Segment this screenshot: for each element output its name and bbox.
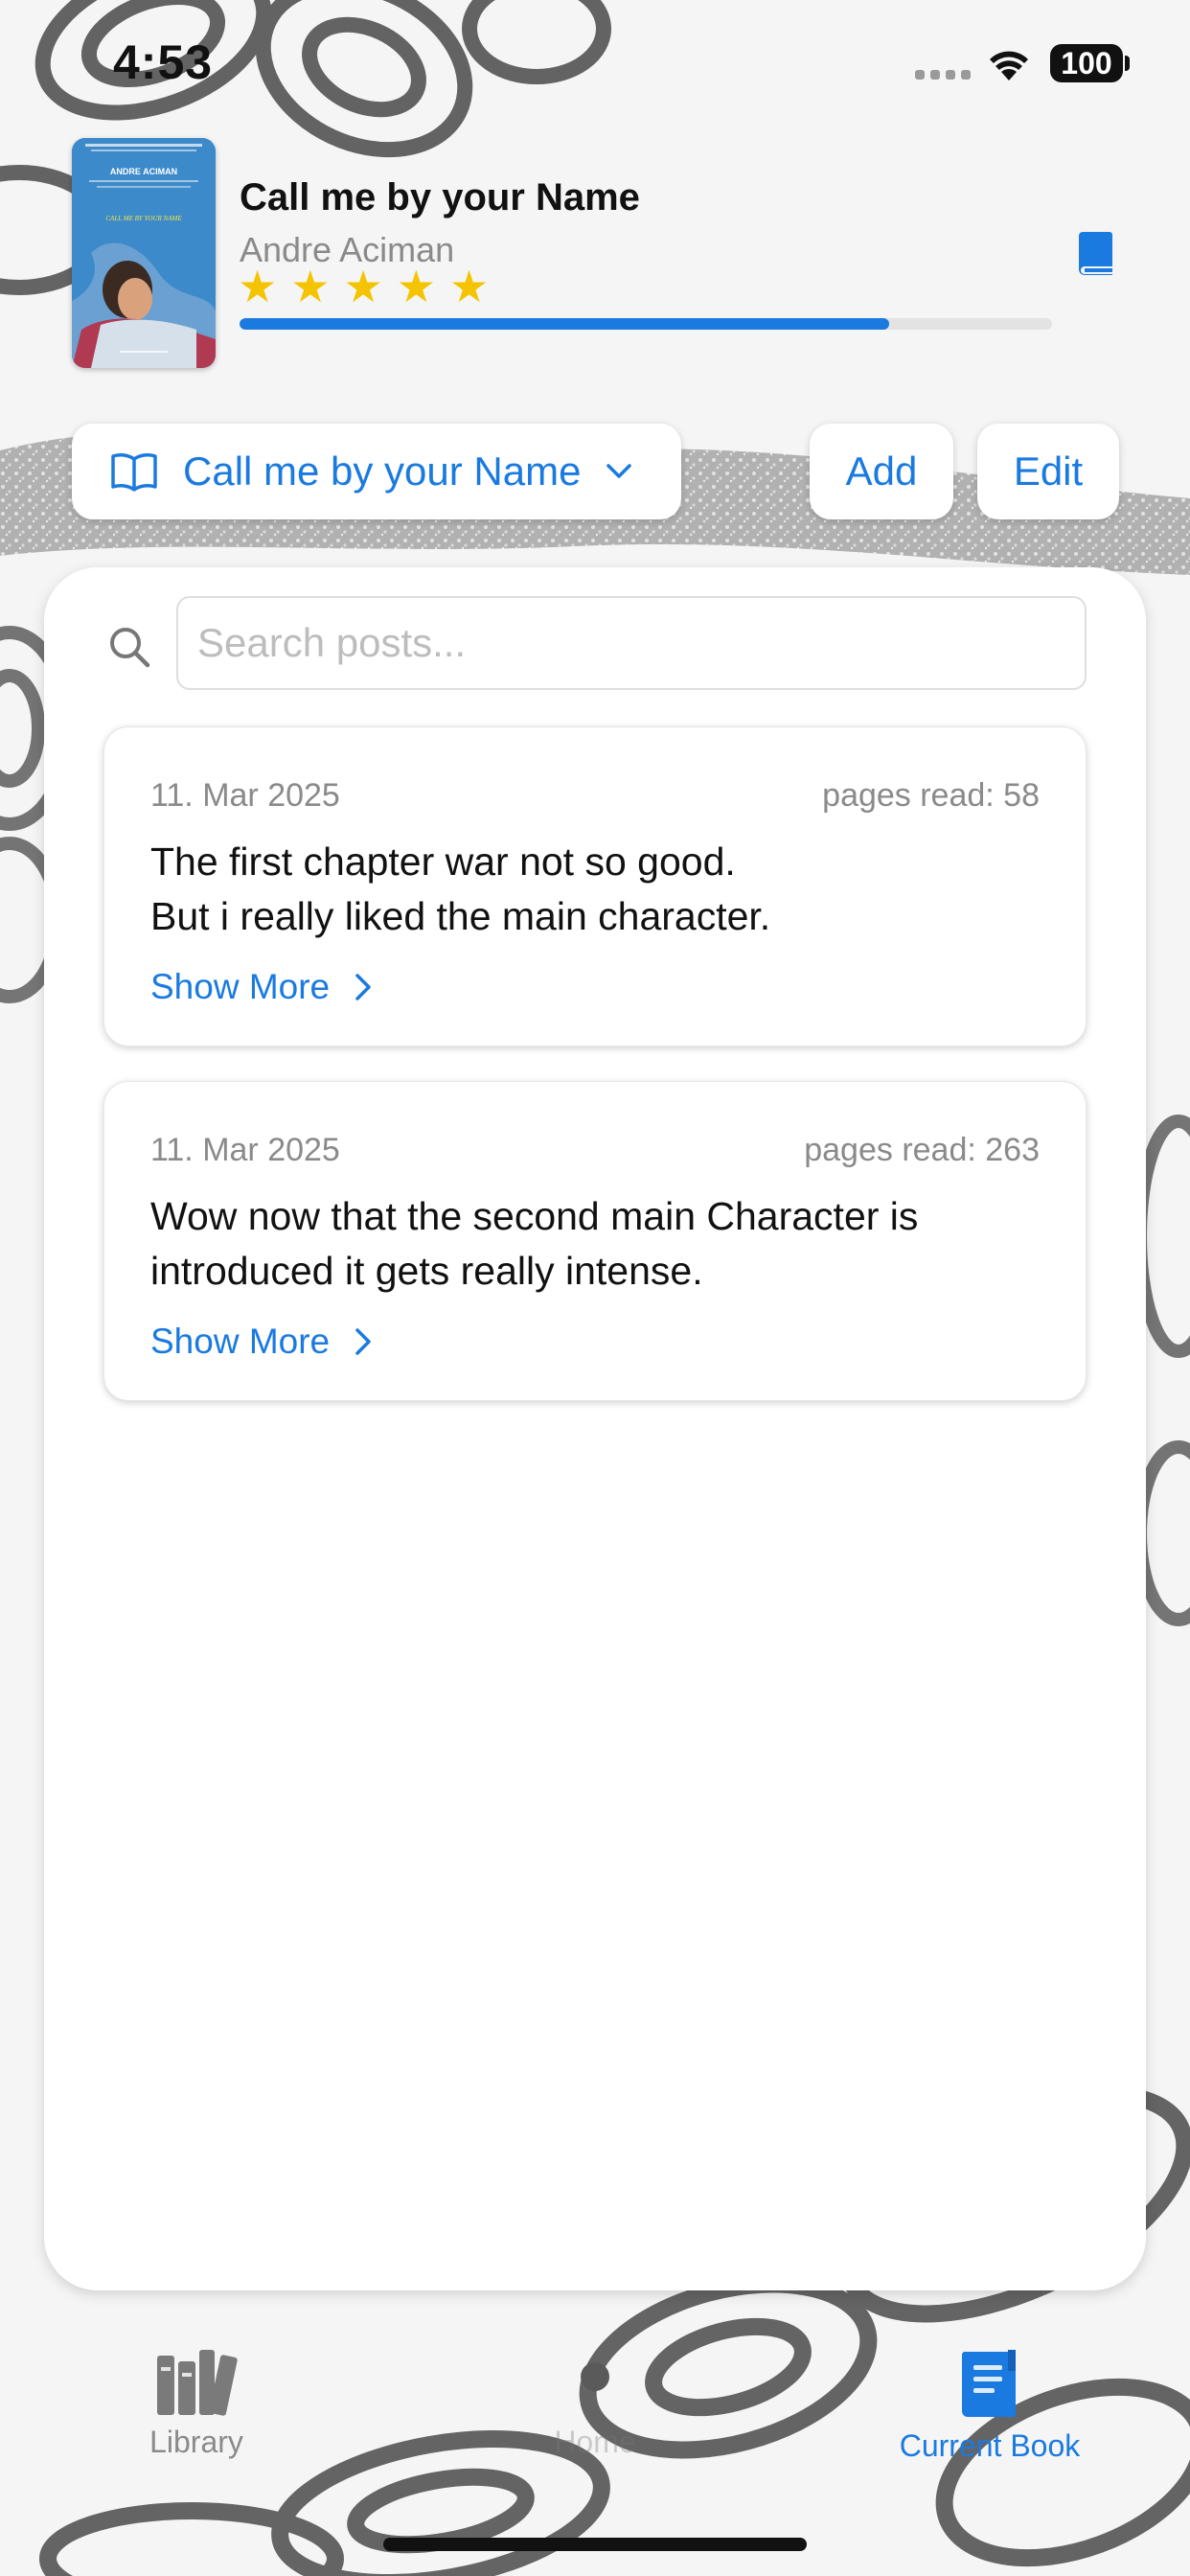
add-button[interactable]: Add — [810, 424, 953, 519]
tab-current-book-label: Current Book — [899, 2428, 1081, 2463]
book-icon[interactable] — [1077, 230, 1115, 276]
book-cover-image[interactable]: ANDRE ACIMAN CALL ME BY YOUR NAME — [72, 138, 216, 368]
post-card[interactable]: 11. Mar 2025 pages read: 263 Wow now tha… — [103, 1081, 1087, 1401]
battery-tip — [1125, 56, 1130, 71]
post-text-line: introduced it gets really intense. — [150, 1249, 703, 1293]
chevron-down-icon — [606, 464, 632, 478]
chevron-right-icon — [355, 1328, 371, 1355]
open-book-icon — [111, 453, 157, 492]
show-more-link[interactable]: Show More — [150, 1322, 372, 1362]
battery-icon: 100 — [1050, 44, 1123, 82]
tab-home[interactable]: Home — [485, 2348, 705, 2482]
status-bar: 4:53 100 — [0, 0, 1190, 125]
show-more-link[interactable]: Show More — [150, 967, 372, 1007]
show-more-label: Show More — [150, 1322, 331, 1361]
star-icon: ★ — [343, 262, 383, 311]
tab-current-book[interactable]: Current Book — [880, 2348, 1100, 2482]
post-text: The first chapter war not so good. But i… — [150, 835, 1051, 944]
cellular-signal-icon — [915, 70, 971, 80]
reading-progress-bar — [240, 318, 1052, 330]
tab-library-label: Library — [149, 2425, 243, 2459]
star-rating: ★ ★ ★ ★ ★ — [238, 264, 489, 309]
post-date: 11. Mar 2025 — [150, 1132, 340, 1168]
cover-title-text: CALL ME BY YOUR NAME — [105, 215, 182, 222]
show-more-label: Show More — [150, 967, 331, 1006]
wifi-icon — [990, 51, 1028, 80]
star-icon: ★ — [238, 262, 278, 311]
post-date: 11. Mar 2025 — [150, 777, 340, 814]
tab-home-label: Home — [554, 2425, 636, 2459]
tab-library[interactable]: Library — [86, 2348, 307, 2482]
current-book-icon — [962, 2350, 1016, 2417]
current-book-header: ANDRE ACIMAN CALL ME BY YOUR NAME Call m… — [0, 134, 1190, 374]
post-card[interactable]: 11. Mar 2025 pages read: 58 The first ch… — [103, 726, 1087, 1046]
status-time: 4:53 — [113, 35, 214, 89]
star-icon: ★ — [449, 262, 490, 311]
post-pages-read: pages read: 263 — [804, 1132, 1040, 1168]
chevron-right-icon — [355, 974, 371, 1000]
post-pages-read: pages read: 58 — [822, 777, 1040, 814]
book-selector-label: Call me by your Name — [183, 448, 582, 494]
star-icon: ★ — [396, 262, 436, 311]
edit-button[interactable]: Edit — [977, 424, 1119, 519]
search-input[interactable] — [176, 596, 1087, 690]
post-text-line: The first chapter war not so good. — [150, 840, 736, 884]
home-indicator — [383, 2538, 807, 2551]
books-icon — [157, 2350, 238, 2416]
search-icon — [110, 628, 150, 668]
book-title: Call me by your Name — [240, 176, 640, 218]
post-text: Wow now that the second main Character i… — [150, 1189, 1051, 1299]
post-text-line: But i really liked the main character. — [150, 894, 771, 938]
book-selector-dropdown[interactable]: Call me by your Name — [72, 424, 681, 519]
cover-author-text: ANDRE ACIMAN — [110, 167, 177, 176]
star-icon: ★ — [290, 262, 331, 311]
battery-level: 100 — [1061, 45, 1112, 80]
post-text-line: Wow now that the second main Character i… — [150, 1194, 919, 1238]
posts-panel: 11. Mar 2025 pages read: 58 The first ch… — [44, 567, 1146, 2290]
reading-progress-fill — [240, 318, 890, 330]
home-icon — [581, 2362, 609, 2391]
